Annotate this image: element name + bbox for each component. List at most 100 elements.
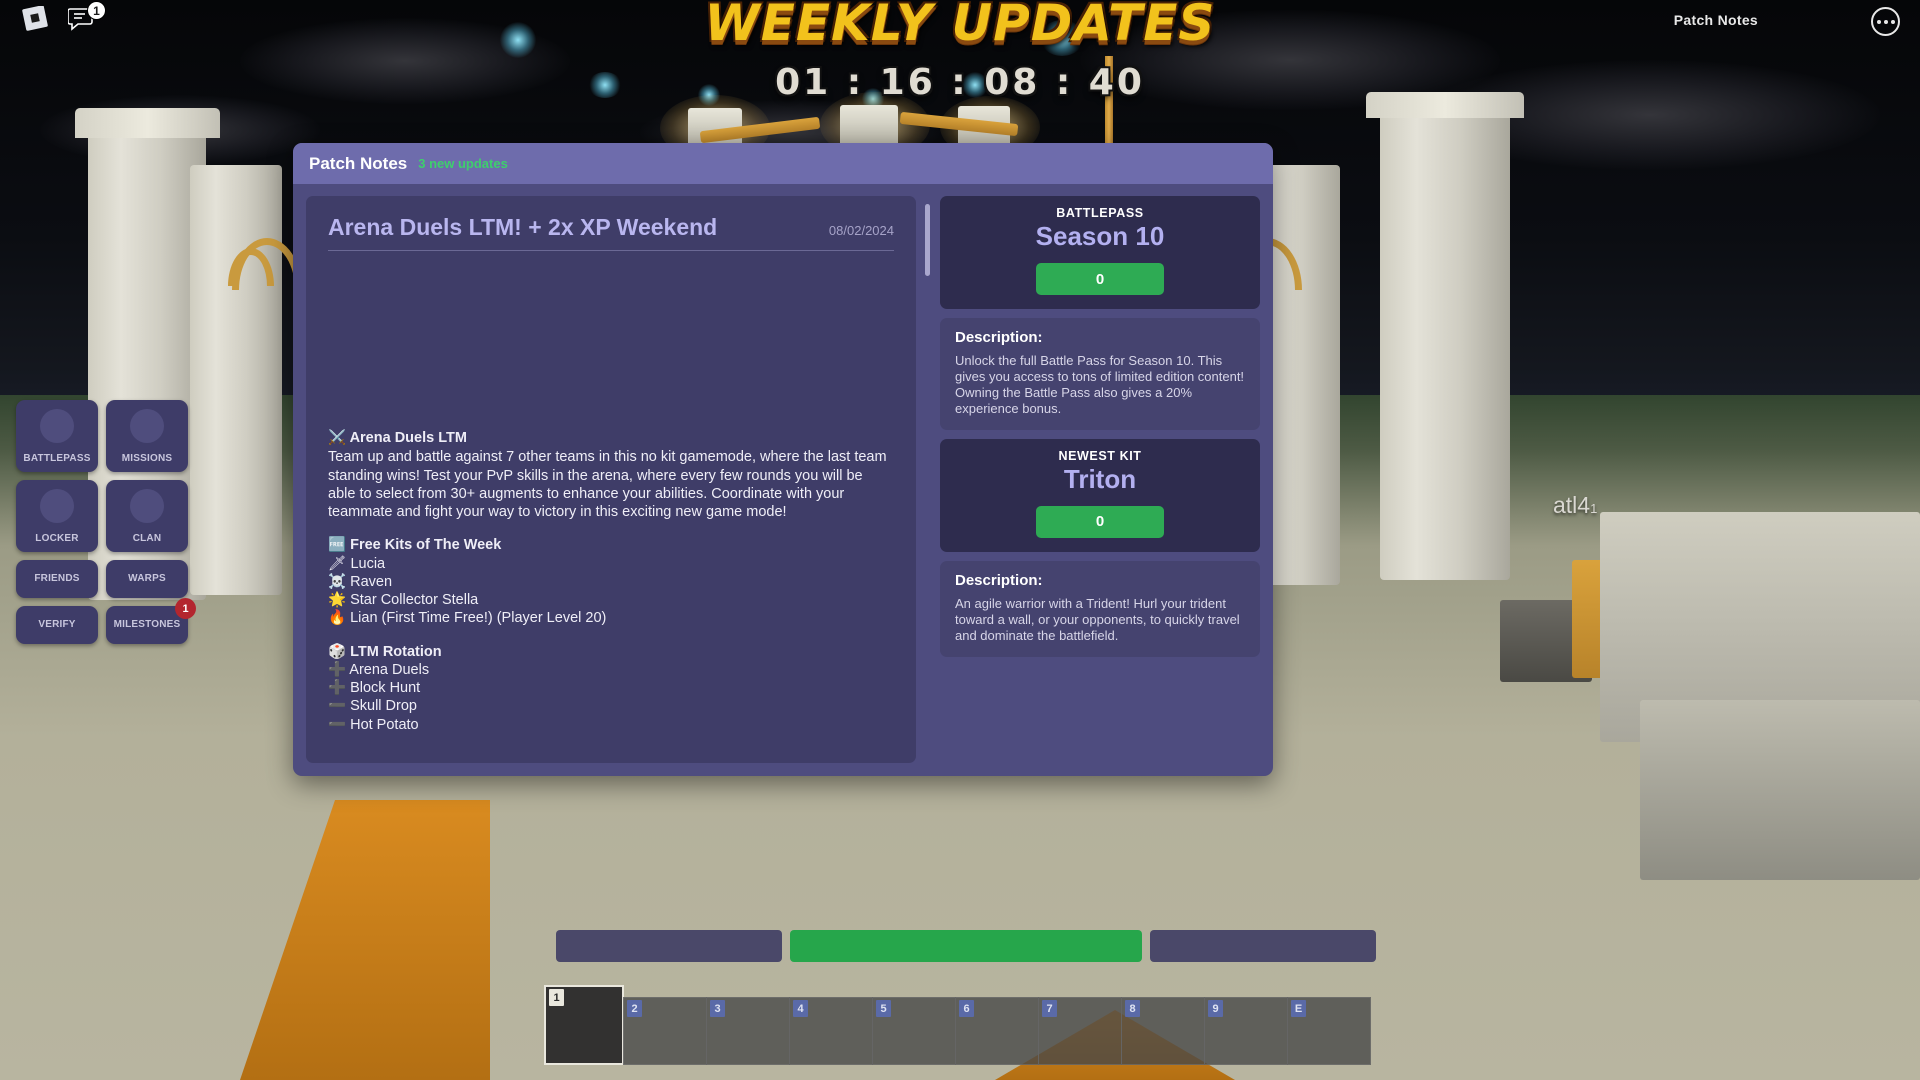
- hotbar-slot[interactable]: 2: [623, 997, 707, 1065]
- newest-kit-promo-card: NEWEST KIT Triton 0: [940, 438, 1260, 552]
- hotbar: 1 2 3 4 5 6 7 8 9 E: [544, 985, 1371, 1065]
- chat-badge: 1: [87, 1, 106, 20]
- patch-notes-modal: Patch Notes 3 new updates Arena Duels LT…: [293, 143, 1273, 776]
- promo-name: Triton: [1063, 463, 1137, 494]
- player-name: atl4: [1553, 492, 1591, 518]
- section-heading: 🆓 Free Kits of The Week: [328, 536, 894, 554]
- article-scrollbar[interactable]: [925, 204, 930, 763]
- menu-label: MISSIONS: [121, 453, 173, 464]
- lantern-decoration: [840, 105, 898, 147]
- skull-icon: ☠️: [328, 573, 347, 590]
- list-item-text: Star Collector Stella: [350, 592, 479, 609]
- hotbar-slot[interactable]: 9: [1204, 997, 1288, 1065]
- hotbar-slot[interactable]: 1: [544, 985, 624, 1065]
- section-list-item: ➕ Arena Duels: [328, 661, 894, 679]
- menu-button-warps[interactable]: WARPS: [106, 560, 188, 598]
- promo-sidebar: BATTLEPASS Season 10 0 Description: Unlo…: [940, 196, 1260, 763]
- bottom-button-left[interactable]: [556, 930, 783, 962]
- section-list-item: ➖ Skull Drop: [328, 697, 894, 715]
- minus-icon: ➖: [328, 716, 347, 733]
- plus-icon: ➕: [328, 661, 347, 678]
- chat-icon[interactable]: 1: [67, 1, 106, 36]
- battlepass-buy-button[interactable]: 0: [1036, 263, 1164, 295]
- bottom-button-right[interactable]: [1149, 930, 1377, 962]
- newest-kit-buy-button[interactable]: 0: [1036, 505, 1164, 538]
- battlepass-icon: [40, 409, 74, 443]
- hotbar-slot-number: E: [1291, 1000, 1306, 1017]
- plus-icon: ➕: [328, 680, 347, 697]
- hotbar-slot-number: 4: [793, 1000, 808, 1017]
- menu-label: WARPS: [128, 573, 166, 584]
- modal-title: Patch Notes: [309, 153, 408, 173]
- section-list-item: 🗡 Lucia: [328, 555, 894, 573]
- roblox-logo-icon[interactable]: [20, 5, 50, 36]
- list-item-text: Raven: [350, 573, 393, 590]
- menu-label: LOCKER: [35, 533, 79, 544]
- hotbar-slot-number: 6: [959, 1000, 974, 1017]
- menu-button-clan[interactable]: CLAN: [106, 480, 188, 552]
- menu-button-verify[interactable]: VERIFY: [16, 606, 98, 644]
- hotbar-slot[interactable]: 4: [789, 997, 873, 1065]
- menu-button-friends[interactable]: FRIENDS: [16, 560, 98, 598]
- hotbar-slot-number: 3: [710, 1000, 725, 1017]
- game-screen: 1 Patch Notes WEEKLY UPDATES 01 : 16 : 0…: [0, 0, 1920, 1080]
- menu-button-battlepass[interactable]: BATTLEPASS: [16, 400, 98, 472]
- player-name-suffix: 1: [1590, 501, 1598, 516]
- description-text: An agile warrior with a Trident! Hurl yo…: [955, 595, 1240, 643]
- free-badge-icon: 🆓: [328, 537, 347, 554]
- section-heading-text: LTM Rotation: [350, 643, 442, 660]
- hotbar-slot[interactable]: 5: [872, 997, 956, 1065]
- menu-button-milestones[interactable]: MILESTONES 1: [106, 598, 196, 644]
- hotbar-slot[interactable]: 8: [1121, 997, 1205, 1065]
- hotbar-slot-number: 7: [1042, 1000, 1057, 1017]
- article-date: 08/02/2024: [828, 223, 894, 238]
- section-list-item: 🔥 Lian (First Time Free!) (Player Level …: [328, 609, 894, 627]
- player-nametag: atl41: [1553, 492, 1597, 519]
- modal-body: Arena Duels LTM! + 2x XP Weekend 08/02/2…: [293, 184, 1273, 776]
- menu-label: VERIFY: [38, 619, 76, 630]
- countdown-timer: 01 : 16 : 08 : 40: [775, 62, 1145, 103]
- promo-kicker: BATTLEPASS: [1056, 206, 1144, 220]
- hotbar-slot-number: 2: [627, 1000, 642, 1017]
- article-title: Arena Duels LTM! + 2x XP Weekend: [328, 214, 718, 240]
- more-options-icon[interactable]: [1871, 7, 1900, 36]
- scrollbar-thumb[interactable]: [925, 204, 930, 276]
- hotbar-slot-number: 5: [876, 1000, 891, 1017]
- hotbar-slot[interactable]: 6: [955, 997, 1039, 1065]
- clan-icon: [130, 489, 164, 523]
- menu-button-missions[interactable]: MISSIONS: [106, 400, 188, 472]
- description-title: Description:: [955, 329, 1043, 346]
- hotbar-slot-number: 8: [1125, 1000, 1140, 1017]
- article-body: ⚔️ Arena Duels LTM Team up and battle ag…: [328, 429, 894, 734]
- hotbar-slot[interactable]: E: [1287, 997, 1371, 1065]
- description-text: Unlock the full Battle Pass for Season 1…: [955, 353, 1245, 416]
- section-list-item: ➖ Hot Potato: [328, 716, 894, 734]
- list-item-text: Skull Drop: [350, 698, 417, 715]
- section-list-item: 🌟 Star Collector Stella: [328, 591, 894, 609]
- article-panel: Arena Duels LTM! + 2x XP Weekend 08/02/2…: [306, 196, 916, 763]
- bottom-action-row: [556, 930, 1377, 962]
- top-bar: 1 Patch Notes: [0, 0, 1920, 42]
- section-paragraph: Team up and battle against 7 other teams…: [328, 449, 887, 521]
- list-item-text: Lucia: [350, 555, 386, 572]
- hotbar-slot-number: 9: [1208, 1000, 1223, 1017]
- list-item-text: Hot Potato: [350, 716, 419, 733]
- hotbar-slot[interactable]: 3: [706, 997, 790, 1065]
- list-item-text: Lian (First Time Free!) (Player Level 20…: [350, 610, 607, 627]
- section-heading-text: Arena Duels LTM: [349, 430, 467, 446]
- bottom-button-primary[interactable]: [790, 930, 1142, 962]
- article-image-placeholder: [328, 251, 894, 429]
- description-title: Description:: [955, 571, 1043, 589]
- tower-structure: [1366, 92, 1524, 118]
- section-heading: ⚔️ Arena Duels LTM: [328, 429, 894, 447]
- battlepass-promo-card: BATTLEPASS Season 10 0: [940, 196, 1260, 309]
- hotbar-slot[interactable]: 7: [1038, 997, 1122, 1065]
- hotbar-slot-number: 1: [549, 989, 564, 1006]
- star-icon: 🌟: [328, 592, 347, 609]
- milestones-badge: 1: [175, 598, 196, 619]
- menu-button-locker[interactable]: LOCKER: [16, 480, 98, 552]
- battlepass-description-card: Description: Unlock the full Battle Pass…: [940, 318, 1260, 430]
- article-header: Arena Duels LTM! + 2x XP Weekend 08/02/2…: [328, 214, 894, 251]
- crossed-swords-icon: ⚔️: [328, 430, 347, 446]
